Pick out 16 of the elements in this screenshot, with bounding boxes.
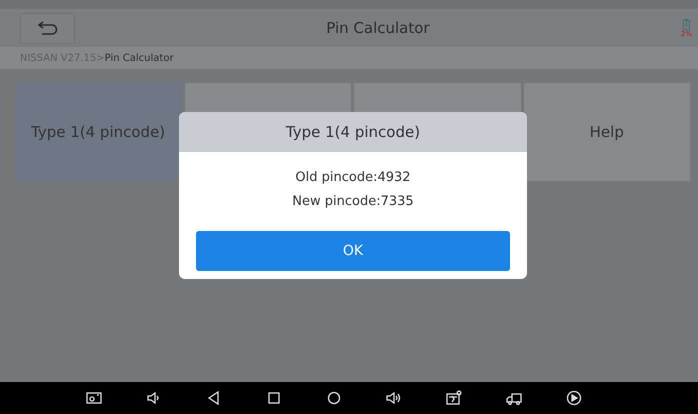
ok-button[interactable]: OK	[196, 231, 510, 271]
page-title: Pin Calculator	[325, 19, 431, 37]
result-text: Old pincode:4932	[295, 169, 411, 187]
volume-up-icon[interactable]	[386, 390, 402, 406]
result-text: New pincode:7335	[292, 193, 414, 211]
dialog-title: Type 1(4 pincode)	[179, 112, 527, 152]
home-icon[interactable]	[326, 390, 342, 406]
back-button[interactable]	[20, 12, 75, 44]
screenshot-icon[interactable]	[86, 390, 102, 406]
menu-tile[interactable]: Help	[524, 83, 690, 181]
battery-icon	[682, 18, 690, 30]
back-arrow-icon	[36, 21, 58, 35]
menu-tile[interactable]: Type 1(4 pincode)	[15, 83, 182, 181]
breadcrumb-current: Pin Calculator	[104, 52, 174, 64]
recent-apps-icon[interactable]	[266, 390, 282, 406]
play-icon[interactable]	[566, 390, 582, 406]
